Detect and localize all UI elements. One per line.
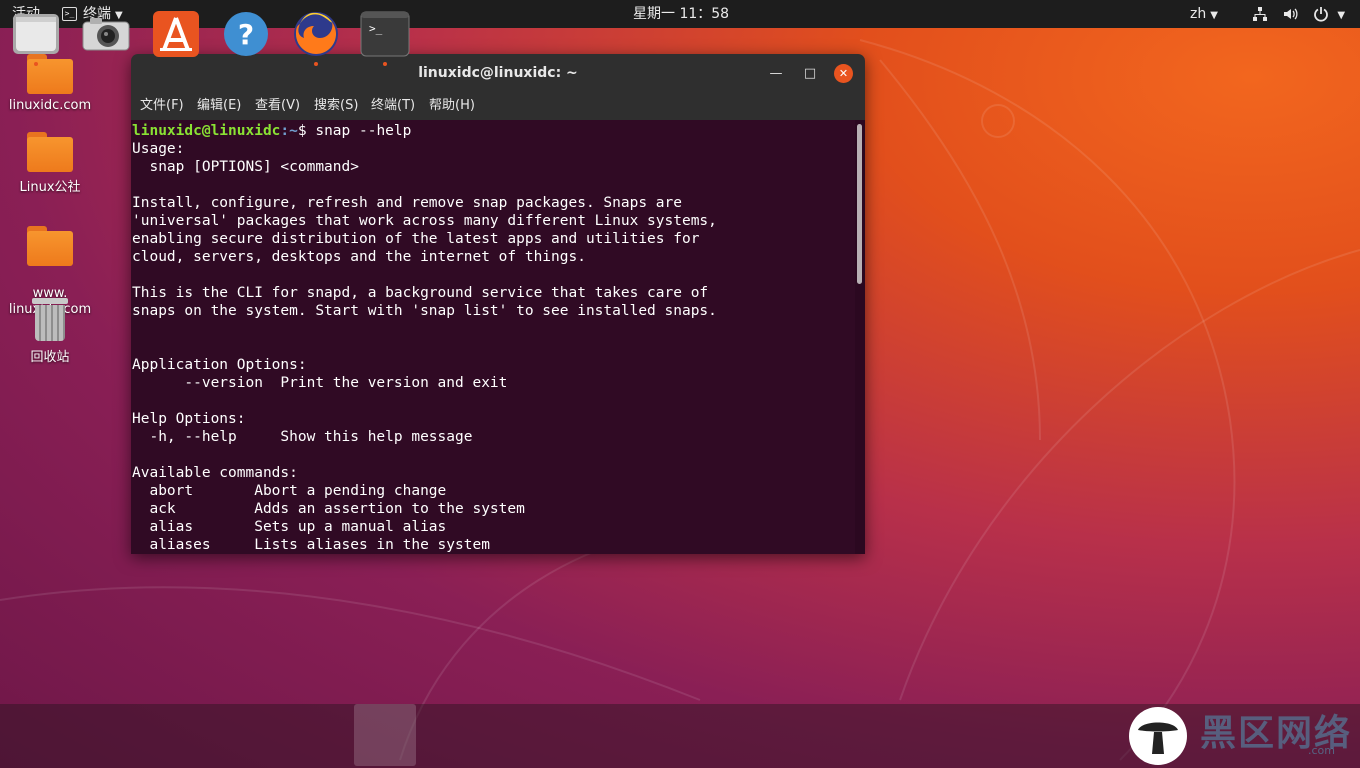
mushroom-logo-icon bbox=[1129, 707, 1187, 765]
system-menu[interactable]: ▼ bbox=[1252, 0, 1352, 28]
clock[interactable]: 星期一 11：58 bbox=[633, 0, 729, 28]
folder-icon bbox=[27, 132, 73, 172]
software-center-icon bbox=[153, 11, 199, 57]
files-icon bbox=[13, 14, 59, 54]
watermark: 黑区网络 .com bbox=[1128, 704, 1360, 768]
dock-files[interactable] bbox=[10, 8, 62, 66]
close-button[interactable]: ✕ bbox=[834, 64, 853, 83]
menu-file[interactable]: 文件(F) bbox=[140, 92, 184, 120]
network-icon bbox=[1253, 7, 1267, 21]
dock-camera[interactable] bbox=[80, 8, 132, 60]
top-panel: 活动 >_终端▼ 星期一 11：58 zh▼ ▼ bbox=[0, 0, 1360, 28]
menu-terminal[interactable]: 终端(T) bbox=[371, 92, 415, 120]
menu-edit[interactable]: 编辑(E) bbox=[197, 92, 241, 120]
prompt-command: $ snap --help bbox=[297, 123, 412, 139]
svg-text:?: ? bbox=[238, 18, 254, 51]
prompt-path: :~ bbox=[280, 123, 298, 139]
minimize-button[interactable]: — bbox=[767, 65, 785, 83]
dock-help[interactable]: ? bbox=[220, 8, 272, 60]
terminal-icon bbox=[360, 11, 410, 57]
running-indicator bbox=[314, 62, 318, 66]
camera-icon bbox=[82, 18, 130, 51]
language-label: zh bbox=[1190, 6, 1207, 22]
chevron-down-icon: ▼ bbox=[1210, 10, 1218, 21]
dock-terminal[interactable]: >_ bbox=[359, 8, 411, 66]
menu-view[interactable]: 查看(V) bbox=[255, 92, 300, 120]
desktop-folder-linuxidc[interactable]: linuxidc.com bbox=[8, 54, 92, 113]
terminal-scrollbar[interactable] bbox=[855, 120, 865, 554]
dock-active-highlight bbox=[354, 704, 416, 766]
menu-help[interactable]: 帮助(H) bbox=[429, 92, 475, 120]
desktop-folder-linux-gongshe[interactable]: Linux公社 bbox=[8, 132, 92, 195]
prompt-user: linuxidc@linuxidc bbox=[132, 123, 281, 139]
watermark-sub: .com bbox=[1308, 744, 1335, 757]
chevron-down-icon: ▼ bbox=[1337, 10, 1346, 21]
desktop-icon-label: Linux公社 bbox=[19, 180, 81, 195]
power-icon bbox=[1314, 7, 1328, 22]
menu-search[interactable]: 搜索(S) bbox=[314, 92, 358, 120]
terminal-content[interactable]: linuxidc@linuxidc:~$ snap --help Usage: … bbox=[131, 120, 855, 554]
running-indicator bbox=[34, 62, 38, 66]
close-icon: ✕ bbox=[838, 67, 849, 80]
folder-icon bbox=[27, 226, 73, 266]
desktop-trash[interactable]: 回收站 bbox=[8, 298, 92, 365]
firefox-icon bbox=[294, 12, 338, 56]
volume-icon bbox=[1284, 8, 1298, 20]
desktop-icon-label: linuxidc.com bbox=[8, 98, 92, 113]
terminal-window[interactable]: linuxidc@linuxidc: ~ — □ ✕ 文件(F) 编辑(E) 查… bbox=[131, 54, 865, 554]
dock-firefox[interactable] bbox=[290, 8, 342, 66]
terminal-icon: >_ bbox=[62, 7, 77, 21]
running-indicator bbox=[383, 62, 387, 66]
terminal-glyph: >_ bbox=[369, 22, 383, 35]
scrollbar-thumb[interactable] bbox=[857, 124, 862, 284]
maximize-button[interactable]: □ bbox=[801, 65, 819, 83]
dock-software[interactable] bbox=[150, 8, 202, 60]
trash-icon bbox=[32, 298, 68, 342]
help-icon: ? bbox=[224, 12, 268, 56]
desktop-icon-label: 回收站 bbox=[30, 350, 70, 365]
terminal-output: Usage: snap [OPTIONS] <command> Install,… bbox=[132, 141, 717, 553]
terminal-text: linuxidc@linuxidc:~$ snap --help Usage: … bbox=[131, 120, 855, 554]
language-selector[interactable]: zh ▼ bbox=[1190, 0, 1218, 28]
window-menubar: 文件(F) 编辑(E) 查看(V) 搜索(S) 终端(T) 帮助(H) bbox=[131, 92, 865, 120]
